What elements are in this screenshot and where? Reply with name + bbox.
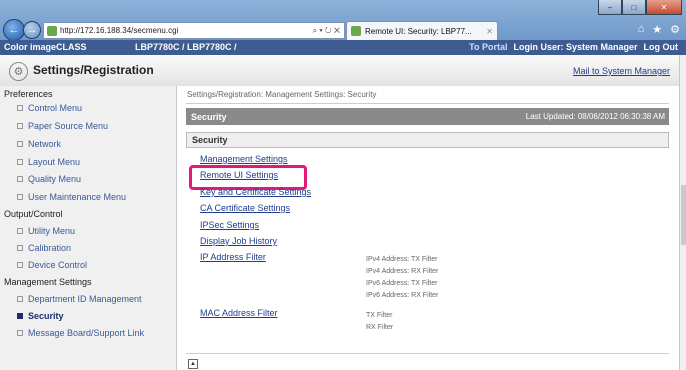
sidebar-item-security[interactable]: Security [17, 311, 64, 321]
app-header: Color imageCLASS LBP7780C / LBP7780C / T… [0, 40, 686, 55]
mac-address-filter-link[interactable]: MAC Address Filter [200, 308, 278, 318]
vertical-scrollbar[interactable] [679, 55, 686, 370]
security-header-bar: Security Last Updated: 08/06/2012 06:30:… [186, 108, 669, 125]
ipv4-tx-filter-label: IPv4 Address: TX Filter [366, 256, 438, 263]
sidebar-item-network[interactable]: Network [17, 139, 61, 149]
url-text[interactable]: http://172.16.188.34/secmenu.cgi [60, 26, 178, 35]
sidebar-item-utility-menu[interactable]: Utility Menu [17, 226, 75, 236]
window-controls: – □ ✕ [598, 0, 682, 15]
main-content: Settings/Registration: Management Settin… [177, 86, 679, 370]
bullet-icon [17, 159, 23, 165]
sidebar-item-device-control[interactable]: Device Control [17, 260, 87, 270]
mac-tx-filter-label: TX Filter [366, 312, 393, 319]
sidebar-item-paper-source-menu[interactable]: Paper Source Menu [17, 121, 108, 131]
back-button[interactable]: ← [3, 19, 25, 41]
sidebar-section-preferences: Preferences [4, 89, 53, 99]
product-name: Color imageCLASS [4, 42, 87, 52]
ipv6-rx-filter-label: IPv6 Address: RX Filter [366, 292, 439, 299]
address-bar[interactable]: http://172.16.188.34/secmenu.cgi ⌕ ▾ ↻ ✕ [43, 22, 345, 39]
forward-button[interactable]: → [23, 21, 41, 39]
ipv6-tx-filter-label: IPv6 Address: TX Filter [366, 280, 438, 287]
sidebar-item-quality-menu[interactable]: Quality Menu [17, 174, 81, 184]
favorites-star-icon[interactable]: ★ [652, 23, 662, 36]
sidebar-item-department-id-management[interactable]: Department ID Management [17, 294, 142, 304]
management-settings-link[interactable]: Management Settings [200, 154, 288, 164]
tab-favicon-icon [351, 26, 361, 36]
ip-address-filter-link[interactable]: IP Address Filter [200, 252, 266, 262]
key-and-certificate-settings-link[interactable]: Key and Certificate Settings [200, 187, 311, 197]
ipsec-settings-link[interactable]: IPSec Settings [200, 220, 259, 230]
bullet-icon [17, 176, 23, 182]
mac-rx-filter-label: RX Filter [366, 324, 394, 331]
login-user-label: Login User: System Manager [513, 42, 638, 52]
bullet-icon [17, 123, 23, 129]
model-name: LBP7780C / LBP7780C / [135, 42, 237, 52]
section-title: Security [191, 112, 227, 122]
sidebar-item-layout-menu[interactable]: Layout Menu [17, 157, 80, 167]
mail-to-system-manager-link[interactable]: Mail to System Manager [573, 66, 670, 76]
home-icon[interactable]: ⌂ [638, 23, 645, 36]
bottom-divider [186, 353, 669, 354]
bullet-icon [17, 105, 23, 111]
close-window-button[interactable]: ✕ [646, 0, 682, 15]
tab-close-icon[interactable]: ✕ [486, 27, 493, 36]
last-updated: Last Updated: 08/06/2012 06:30:38 AM [525, 112, 665, 121]
bullet-icon [17, 228, 23, 234]
bullet-icon [17, 296, 23, 302]
minimize-button[interactable]: – [598, 0, 622, 15]
ipv4-rx-filter-label: IPv4 Address: RX Filter [366, 268, 439, 275]
breadcrumb-divider [186, 103, 669, 104]
sidebar-item-user-maintenance-menu[interactable]: User Maintenance Menu [17, 192, 126, 202]
display-job-history-link[interactable]: Display Job History [200, 236, 277, 246]
sidebar-item-control-menu[interactable]: Control Menu [17, 103, 82, 113]
bullet-icon [17, 262, 23, 268]
sidebar-section-management-settings: Management Settings [4, 277, 92, 287]
scroll-to-top-button[interactable]: ▲ [188, 359, 198, 369]
browser-chrome: – □ ✕ ← → http://172.16.188.34/secmenu.c… [0, 0, 686, 41]
page-title: Settings/Registration [33, 63, 154, 77]
bullet-icon [17, 245, 23, 251]
scrollbar-thumb[interactable] [681, 185, 686, 245]
remote-ui-settings-link[interactable]: Remote UI Settings [200, 170, 278, 180]
security-subheader: Security [186, 132, 669, 148]
bullet-icon [17, 330, 23, 336]
site-favicon-icon [47, 25, 57, 36]
bullet-icon [17, 194, 23, 200]
sidebar-section-output-control: Output/Control [4, 209, 63, 219]
maximize-button[interactable]: □ [622, 0, 646, 15]
page-title-bar: ⚙ Settings/Registration Mail to System M… [0, 55, 679, 87]
subheader-title: Security [192, 135, 228, 145]
browser-tab[interactable]: Remote UI: Security: LBP77... ✕ [346, 21, 498, 40]
browser-toolbar-icons: ⌂ ★ ⚙ [638, 23, 680, 36]
tools-gear-icon[interactable]: ⚙ [670, 23, 680, 36]
bullet-icon [17, 313, 23, 319]
bullet-icon [17, 141, 23, 147]
settings-gear-icon: ⚙ [9, 62, 28, 81]
logout-link[interactable]: Log Out [644, 42, 679, 52]
sidebar-item-message-board-support-link[interactable]: Message Board/Support Link [17, 328, 144, 338]
address-controls[interactable]: ⌕ ▾ ↻ ✕ [313, 26, 344, 36]
sidebar-item-calibration[interactable]: Calibration [17, 243, 71, 253]
sidebar: Preferences Control Menu Paper Source Me… [0, 86, 177, 370]
to-portal-link[interactable]: To Portal [469, 42, 507, 52]
breadcrumb: Settings/Registration: Management Settin… [187, 90, 377, 99]
ca-certificate-settings-link[interactable]: CA Certificate Settings [200, 203, 290, 213]
tab-title: Remote UI: Security: LBP77... [365, 26, 472, 36]
